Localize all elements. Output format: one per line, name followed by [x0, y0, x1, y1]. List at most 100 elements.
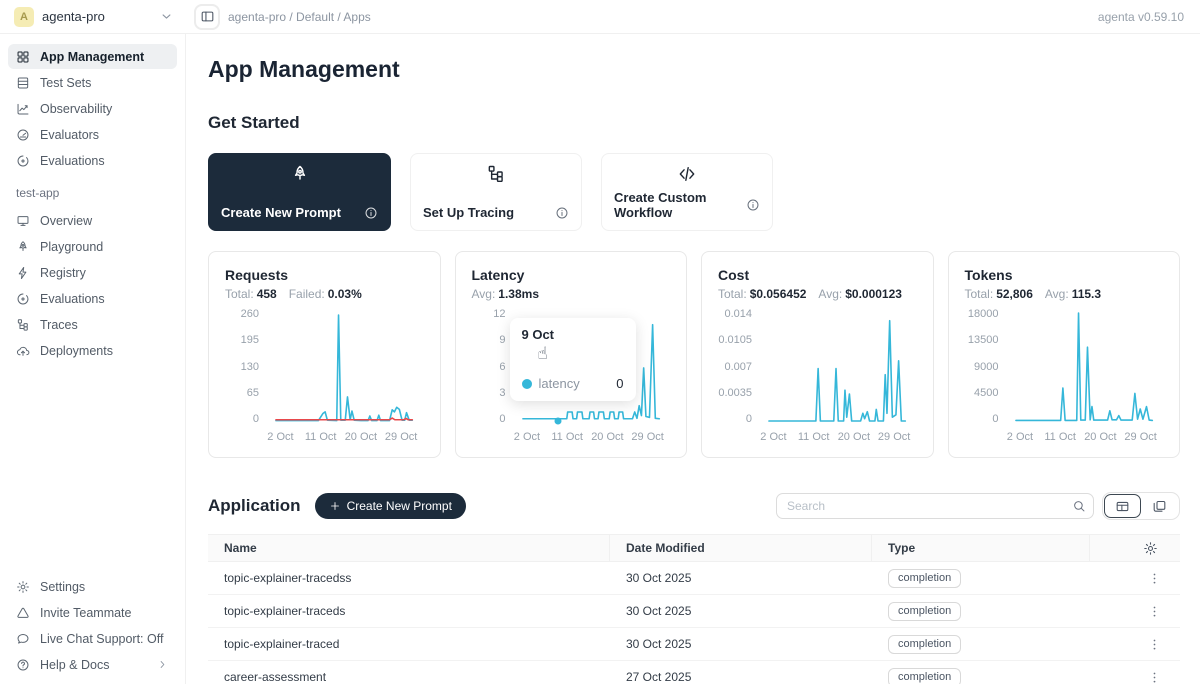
requests-chart-card: Requests Total:458Failed:0.03% 260195130… — [208, 251, 441, 458]
tree-icon — [16, 318, 30, 332]
tokens-chart-card: Tokens Total:52,806Avg:115.3 18000135009… — [948, 251, 1181, 458]
row-actions-cell — [1090, 637, 1180, 652]
sidebar-item-label: Invite Teammate — [40, 606, 169, 620]
app-type-cell: completion — [872, 668, 1090, 684]
app-version: agenta v0.59.10 — [1098, 10, 1200, 24]
column-header-type[interactable]: Type — [872, 535, 1090, 561]
type-badge: completion — [888, 602, 961, 621]
sidebar-item-label: Registry — [40, 266, 169, 280]
more-actions-icon[interactable] — [1147, 571, 1162, 586]
create-new-prompt-button[interactable]: Create New Prompt — [315, 493, 466, 519]
sidebar-app-nav: OverviewPlayground Registry EvaluationsTra… — [8, 208, 177, 364]
x-tick-label: 29 Oct — [1124, 431, 1156, 443]
table-row[interactable]: topic-explainer-traced30 Oct 2025complet… — [208, 628, 1180, 661]
sidebar-item-label: Test Sets — [40, 76, 169, 90]
sidebar-item-live-chat-support-off[interactable]: Live Chat Support: Off — [8, 626, 177, 651]
app-type-cell: completion — [872, 635, 1090, 654]
chart-stat: Avg:$0.000123 — [818, 287, 902, 301]
trend-icon — [16, 102, 30, 116]
row-actions-cell — [1090, 604, 1180, 619]
y-tick-label: 9 — [499, 335, 505, 346]
workspace-switcher[interactable]: A agenta-pro — [0, 7, 186, 27]
x-tick-label: 2 Oct — [514, 431, 540, 443]
more-actions-icon[interactable] — [1147, 604, 1162, 619]
column-header-date-modified[interactable]: Date Modified — [610, 535, 872, 561]
x-tick-label: 20 Oct — [345, 431, 377, 443]
mouse-cursor-icon: ☝ — [538, 344, 548, 364]
get-started-title: Get Started — [208, 113, 1180, 133]
x-tick-label: 2 Oct — [760, 431, 786, 443]
sidebar-item-test-sets[interactable]: Test Sets — [8, 70, 177, 95]
y-axis: 1800013500900045000 — [965, 309, 1007, 425]
chart-title: Tokens — [965, 267, 1164, 283]
sidebar-item-observability[interactable]: Observability — [8, 96, 177, 121]
spiral-icon — [16, 154, 30, 168]
table-header: Name Date Modified Type — [208, 534, 1180, 562]
plot-area[interactable] — [1007, 313, 1164, 421]
chart-title: Cost — [718, 267, 917, 283]
app-type-cell: completion — [872, 569, 1090, 588]
sidebar-item-registry[interactable]: Registry — [8, 260, 177, 285]
sidebar-item-playground[interactable]: Playground — [8, 234, 177, 259]
application-title: Application — [208, 496, 301, 516]
app-name[interactable]: topic-explainer-tracedss — [208, 571, 610, 585]
column-header-name[interactable]: Name — [208, 535, 610, 561]
table-row[interactable]: topic-explainer-tracedss30 Oct 2025compl… — [208, 562, 1180, 595]
sidebar-item-label: App Management — [40, 50, 169, 64]
app-name[interactable]: career-assessment — [208, 670, 610, 684]
breadcrumb[interactable]: agenta-pro / Default / Apps — [228, 10, 371, 24]
chart-plot: 18000135009000450002 Oct11 Oct20 Oct29 O… — [965, 313, 1164, 444]
x-tick-label: 29 Oct — [631, 431, 663, 443]
app-type-cell: completion — [872, 602, 1090, 621]
sidebar-item-deployments[interactable]: Deployments — [8, 338, 177, 363]
card-view-button[interactable] — [1141, 494, 1178, 518]
page-title: App Management — [208, 56, 1180, 83]
sidebar-item-settings[interactable]: Settings — [8, 574, 177, 599]
rocket-icon — [16, 240, 30, 254]
sidebar-item-evaluations[interactable]: Evaluations — [8, 286, 177, 311]
app-name[interactable]: topic-explainer-traceds — [208, 604, 610, 618]
info-icon[interactable] — [555, 206, 569, 220]
more-actions-icon[interactable] — [1147, 670, 1162, 684]
monitor-icon — [16, 214, 30, 228]
sidebar-item-help-docs[interactable]: Help & Docs — [8, 652, 177, 677]
sidebar-item-traces[interactable]: Traces — [8, 312, 177, 337]
x-axis: 2 Oct11 Oct20 Oct29 Oct — [267, 431, 424, 444]
info-icon[interactable] — [746, 198, 760, 212]
sidebar-item-app-management[interactable]: App Management — [8, 44, 177, 69]
app-date-modified: 30 Oct 2025 — [610, 637, 872, 651]
applications-table: Name Date Modified Type topic-explainer-… — [208, 534, 1180, 684]
table-row[interactable]: career-assessment27 Oct 2025completion — [208, 661, 1180, 684]
create-new-prompt-card[interactable]: Create New Prompt — [208, 153, 391, 231]
sidebar-item-evaluations[interactable]: Evaluations — [8, 148, 177, 173]
card-label: Set Up Tracing — [423, 205, 555, 220]
code-icon — [614, 164, 760, 184]
sidebar-toggle-button[interactable] — [194, 4, 220, 30]
y-tick-label: 195 — [241, 335, 259, 346]
set-up-tracing-card[interactable]: Set Up Tracing — [410, 153, 582, 231]
chevron-down-icon — [159, 9, 174, 24]
cost-chart-card: Cost Total:$0.056452Avg:$0.000123 0.0140… — [701, 251, 934, 458]
more-actions-icon[interactable] — [1147, 637, 1162, 652]
main-content: App Management Get Started Create New Pr… — [186, 34, 1200, 684]
sidebar-item-label: Help & Docs — [40, 658, 146, 672]
chart-stats: Total:458Failed:0.03% — [225, 287, 424, 301]
search-icon[interactable] — [1065, 494, 1093, 518]
sidebar-item-invite-teammate[interactable]: Invite Teammate — [8, 600, 177, 625]
gear-icon[interactable] — [1143, 541, 1158, 556]
card-label: Create Custom Workflow — [614, 190, 746, 220]
y-tick-label: 0.0035 — [718, 388, 752, 399]
sidebar-item-overview[interactable]: Overview — [8, 208, 177, 233]
plot-area[interactable] — [267, 313, 424, 421]
plot-area[interactable] — [760, 313, 917, 421]
sidebar-item-evaluators[interactable]: Evaluators — [8, 122, 177, 147]
info-icon[interactable] — [364, 206, 378, 220]
y-tick-label: 4500 — [974, 388, 998, 399]
x-tick-label: 29 Oct — [878, 431, 910, 443]
table-view-button[interactable] — [1104, 494, 1141, 518]
table-row[interactable]: topic-explainer-traceds30 Oct 2025comple… — [208, 595, 1180, 628]
create-custom-workflow-card[interactable]: Create Custom Workflow — [601, 153, 773, 231]
app-name[interactable]: topic-explainer-traced — [208, 637, 610, 651]
search-input[interactable] — [777, 499, 1065, 513]
chart-title: Requests — [225, 267, 424, 283]
